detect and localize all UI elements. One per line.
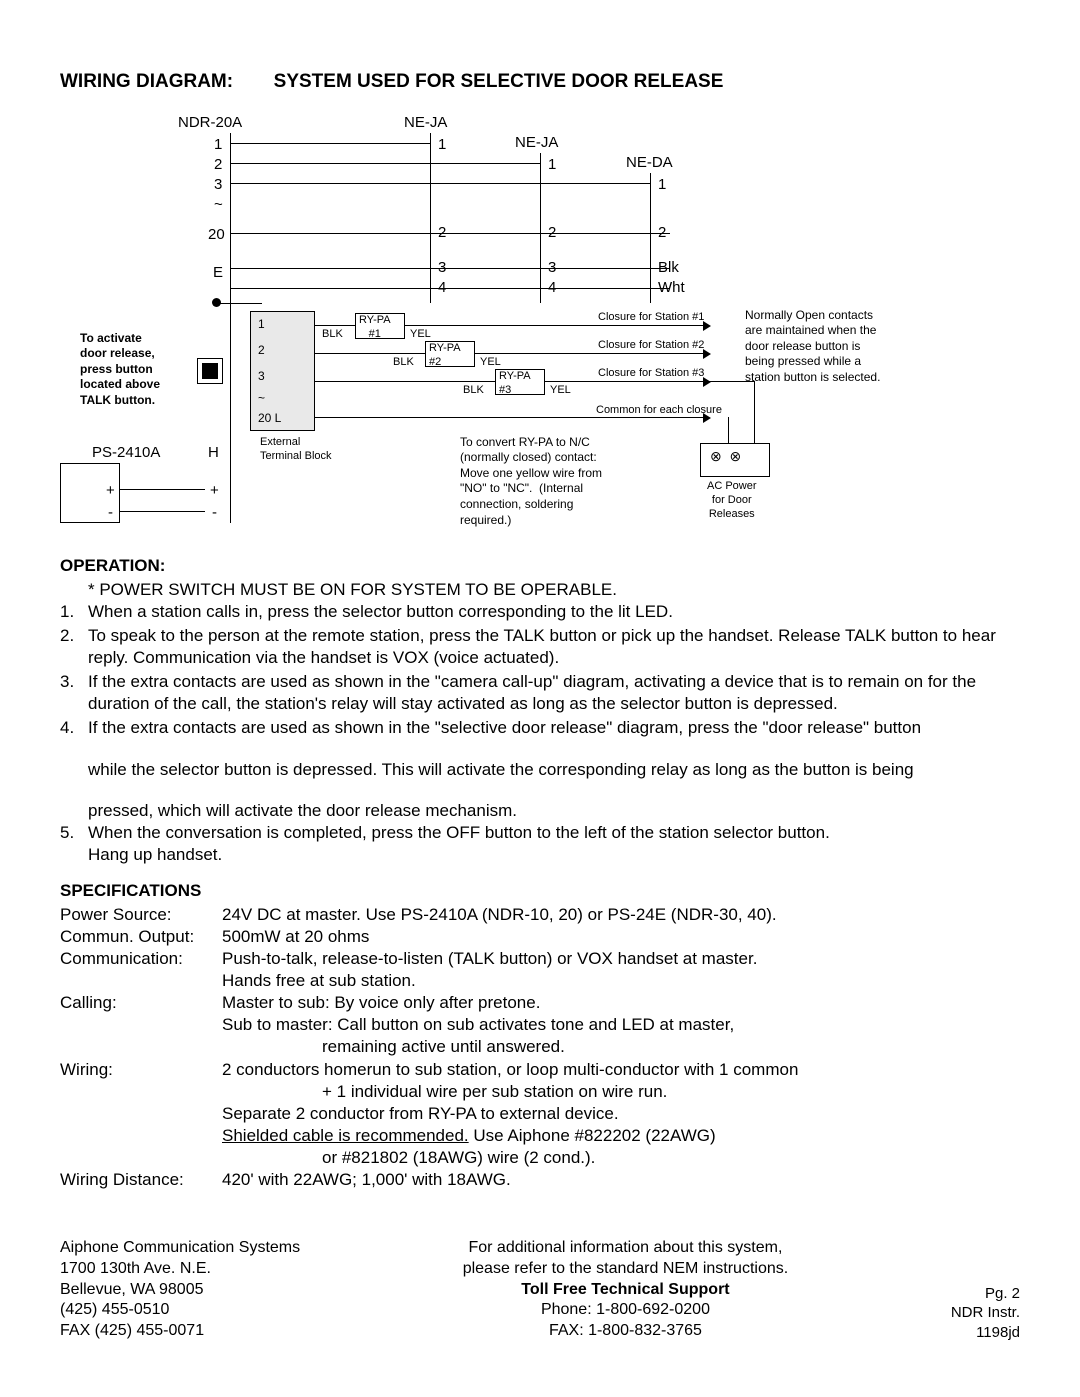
tb-4: ~ [258, 391, 265, 407]
blk2: BLK [393, 355, 414, 369]
label-neja1: NE-JA [404, 113, 447, 133]
c1-1: 1 [438, 135, 446, 155]
yel3: YEL [550, 383, 571, 397]
c3-1: 1 [658, 175, 666, 195]
op-4c: pressed, which will activate the door re… [60, 800, 1020, 822]
cl2: Closure for Station #2 [598, 338, 704, 352]
nopen-note: Normally Open contacts are maintained wh… [745, 308, 880, 386]
ndr-t1: 1 [214, 135, 222, 155]
convert-note: To convert RY-PA to N/C (normally closed… [460, 435, 602, 529]
c2-1: 1 [548, 155, 556, 175]
footer-address: Aiphone Communication Systems 1700 130th… [60, 1238, 300, 1342]
ndr-t5: 20 [208, 225, 225, 245]
tb-1: 1 [258, 317, 265, 333]
rypa1: RY-PA #1 [359, 313, 391, 342]
yel2: YEL [480, 355, 501, 369]
operation-section: OPERATION: * POWER SWITCH MUST BE ON FOR… [60, 555, 1020, 866]
rypa2: RY-PA #2 [429, 341, 461, 370]
cl3: Closure for Station #3 [598, 366, 704, 380]
ndr-t4: ~ [214, 195, 223, 215]
cl1: Closure for Station #1 [598, 310, 704, 324]
ps-plus: + [106, 481, 115, 501]
blk3: BLK [463, 383, 484, 397]
ndr-t6: E [213, 263, 223, 283]
page-title: WIRING DIAGRAM: SYSTEM USED FOR SELECTIV… [60, 70, 1020, 95]
rypa3: RY-PA #3 [499, 369, 531, 398]
h-term: H [208, 443, 219, 463]
acpower: AC Power for Door Releases [707, 479, 757, 522]
ps-minus: - [108, 503, 113, 523]
ext-block-label: External Terminal Block [260, 435, 332, 464]
ndr-t3: 3 [214, 175, 222, 195]
tb-5: 20 L [258, 411, 281, 427]
wiring-diagram: NDR-20A NE-JA NE-JA NE-DA 1 2 3 ~ 20 E 1… [60, 113, 1020, 543]
tb-3: 3 [258, 369, 265, 385]
plus: + [210, 481, 219, 501]
activate-note: To activate door release, press button l… [80, 331, 160, 409]
common: Common for each closure [596, 403, 722, 417]
specifications-section: SPECIFICATIONS Power Source:24V DC at ma… [60, 880, 1020, 1191]
yel1: YEL [410, 327, 431, 341]
title-right: SYSTEM USED FOR SELECTIVE DOOR RELEASE [274, 70, 724, 95]
page: WIRING DIAGRAM: SYSTEM USED FOR SELECTIV… [0, 0, 1080, 1397]
footer-right: Pg. 2 NDR Instr. 1198jd [951, 1284, 1020, 1343]
blk1: BLK [322, 327, 343, 341]
minus: - [212, 503, 217, 523]
ps-label: PS-2410A [92, 443, 160, 463]
label-neja2: NE-JA [515, 133, 558, 153]
operation-star: * POWER SWITCH MUST BE ON FOR SYSTEM TO … [60, 579, 1020, 601]
ndr-t2: 2 [214, 155, 222, 175]
operation-heading: OPERATION: [60, 555, 1020, 577]
title-left: WIRING DIAGRAM: [60, 70, 233, 95]
label-neda: NE-DA [626, 153, 673, 173]
specs-heading: SPECIFICATIONS [60, 880, 1020, 902]
tb-2: 2 [258, 343, 265, 359]
operation-list: 1.When a station calls in, press the sel… [60, 601, 1020, 740]
label-ndr: NDR-20A [178, 113, 242, 133]
op-4b: while the selector button is depressed. … [60, 759, 1020, 781]
footer-middle: For additional information about this sy… [300, 1238, 951, 1342]
footer: Aiphone Communication Systems 1700 130th… [60, 1238, 1020, 1342]
